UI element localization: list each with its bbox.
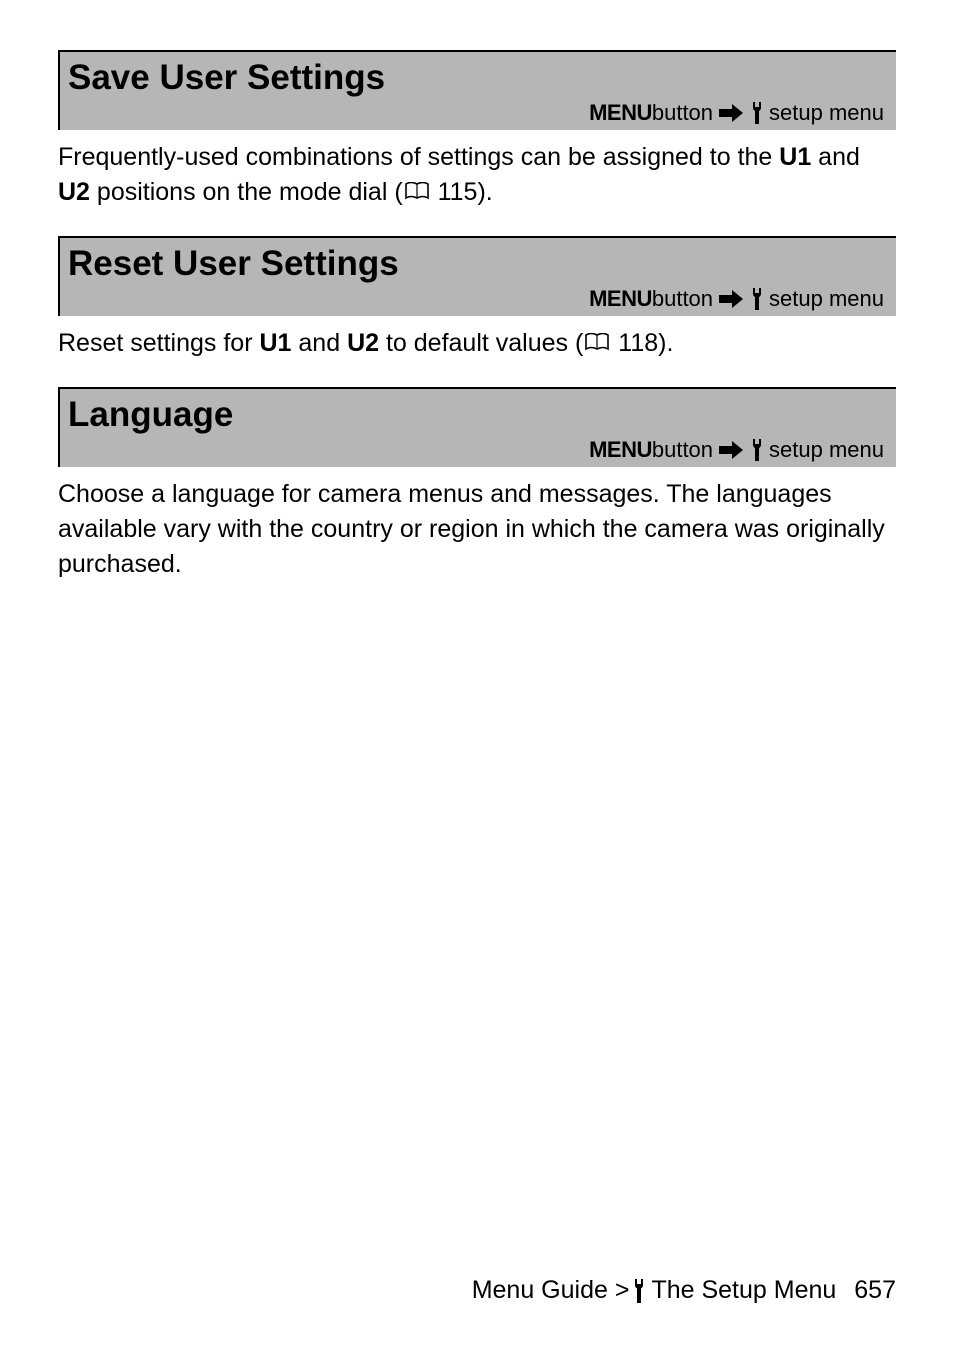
arrow-right-icon [719, 104, 743, 122]
bold-u2: U2 [58, 178, 90, 206]
section-header: Language MENU button setup menu [58, 387, 896, 467]
body-text: and [291, 329, 347, 357]
page-ref: 118). [611, 329, 673, 357]
page: Save User Settings MENU button setup men… [0, 0, 954, 1345]
menu-label: MENU [589, 437, 652, 463]
arrow-right-icon [719, 290, 743, 308]
page-footer: Menu Guide > The Setup Menu 657 [58, 1276, 896, 1305]
bold-u1: U1 [259, 329, 291, 357]
body-text: Reset settings for [58, 329, 259, 357]
book-icon [585, 333, 609, 351]
section-body: Reset settings for U1 and U2 to default … [58, 316, 896, 361]
button-word: button [652, 286, 713, 312]
setup-menu-label: setup menu [769, 100, 884, 126]
section-nav: MENU button setup menu [68, 437, 884, 463]
body-text: positions on the mode dial ( [90, 178, 403, 206]
setup-menu-label: setup menu [769, 286, 884, 312]
breadcrumb-pre: Menu Guide > [472, 1276, 630, 1305]
body-text: Choose a language for camera menus and m… [58, 480, 885, 578]
section-body: Frequently-used combinations of settings… [58, 130, 896, 210]
section-nav: MENU button setup menu [68, 286, 884, 312]
wrench-icon [749, 288, 765, 310]
section-title: Reset User Settings [68, 244, 884, 284]
body-text: Frequently-used combinations of settings… [58, 143, 779, 171]
book-icon [405, 182, 429, 200]
section-nav: MENU button setup menu [68, 100, 884, 126]
button-word: button [652, 100, 713, 126]
section-header: Reset User Settings MENU button setup me… [58, 236, 896, 316]
setup-menu-label: setup menu [769, 437, 884, 463]
section-save-user-settings: Save User Settings MENU button setup men… [58, 50, 896, 210]
menu-label: MENU [589, 100, 652, 126]
bold-u1: U1 [779, 143, 811, 171]
button-word: button [652, 437, 713, 463]
body-text: to default values ( [379, 329, 583, 357]
breadcrumb-post: The Setup Menu [651, 1276, 836, 1305]
section-title: Language [68, 395, 884, 435]
section-reset-user-settings: Reset User Settings MENU button setup me… [58, 236, 896, 361]
section-language: Language MENU button setup menu Choose a… [58, 387, 896, 582]
section-header: Save User Settings MENU button setup men… [58, 50, 896, 130]
page-number: 657 [854, 1276, 896, 1305]
wrench-icon [749, 102, 765, 124]
section-body: Choose a language for camera menus and m… [58, 467, 896, 582]
wrench-icon [631, 1279, 647, 1303]
arrow-right-icon [719, 441, 743, 459]
page-ref: 115). [431, 178, 493, 206]
menu-label: MENU [589, 286, 652, 312]
section-title: Save User Settings [68, 58, 884, 98]
bold-u2: U2 [347, 329, 379, 357]
body-text: and [811, 143, 860, 171]
wrench-icon [749, 439, 765, 461]
